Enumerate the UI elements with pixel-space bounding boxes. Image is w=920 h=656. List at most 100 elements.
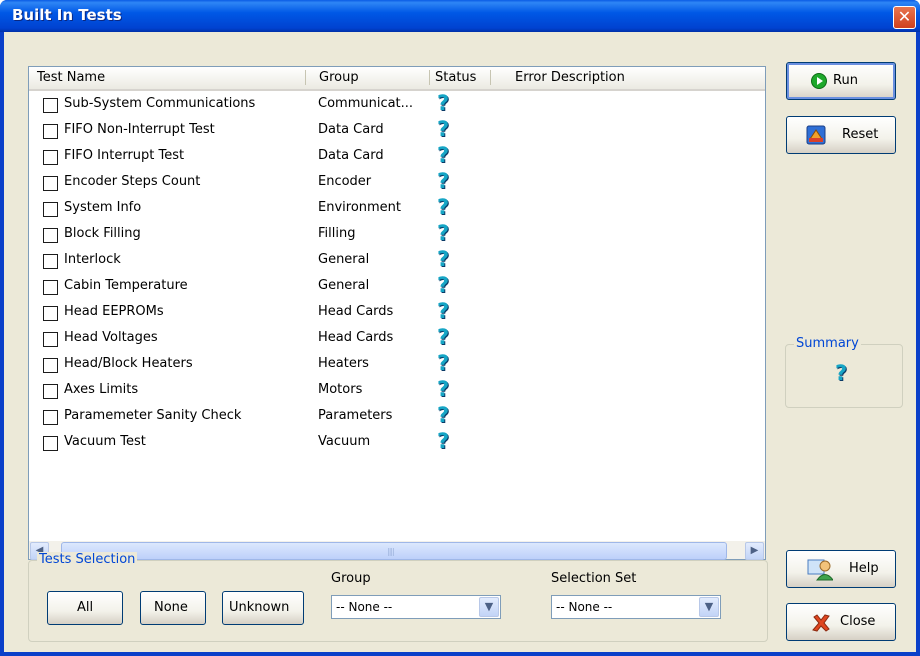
row-checkbox[interactable]	[43, 332, 58, 347]
tests-list[interactable]: Test Name Group Status Error Description…	[28, 66, 766, 560]
row-checkbox[interactable]	[43, 384, 58, 399]
table-row[interactable]: System Info Environment?	[29, 195, 549, 223]
table-row[interactable]: Axes Limits Motors?	[29, 377, 549, 405]
grip-icon: ||||	[387, 547, 395, 556]
help-button-label: Help	[849, 561, 879, 576]
select-unknown-button[interactable]: Unknown	[222, 591, 304, 625]
table-row[interactable]: Head/Block Heaters Heaters?	[29, 351, 549, 379]
row-checkbox[interactable]	[43, 436, 58, 451]
group-select[interactable]: -- None -- ▼	[331, 595, 501, 619]
column-divider[interactable]	[305, 70, 306, 85]
row-group: General	[318, 252, 370, 267]
question-status-icon: ?	[437, 351, 450, 375]
list-header: Test Name Group Status Error Description	[29, 67, 765, 91]
question-status-icon: ?	[437, 247, 450, 271]
column-header-status[interactable]: Status	[435, 70, 476, 85]
red-x-icon	[812, 614, 830, 632]
title-bar[interactable]: Built In Tests ✕	[0, 0, 920, 32]
summary-status-icon: ?	[835, 361, 848, 385]
row-test-name: Axes Limits	[64, 382, 139, 397]
row-checkbox[interactable]	[43, 358, 58, 373]
row-checkbox[interactable]	[43, 176, 58, 191]
help-people-icon	[807, 559, 833, 581]
question-status-icon: ?	[437, 325, 450, 349]
row-group: Filling	[318, 226, 356, 241]
question-status-icon: ?	[437, 117, 450, 141]
reset-button-label: Reset	[842, 127, 879, 142]
run-button[interactable]: Run	[786, 62, 896, 100]
column-header-error-description[interactable]: Error Description	[515, 70, 625, 85]
help-button[interactable]: Help	[786, 550, 896, 588]
question-status-icon: ?	[437, 429, 450, 453]
chevron-down-icon[interactable]: ▼	[699, 597, 719, 617]
row-test-name: Sub-System Communications	[64, 96, 256, 111]
row-checkbox[interactable]	[43, 410, 58, 425]
chevron-down-icon[interactable]: ▼	[479, 597, 499, 617]
select-all-button[interactable]: All	[47, 591, 123, 625]
column-header-test-name[interactable]: Test Name	[37, 70, 105, 85]
row-test-name: System Info	[64, 200, 142, 215]
row-group: Communicat...	[318, 96, 414, 111]
play-circle-icon	[811, 73, 827, 89]
table-row[interactable]: Cabin Temperature General?	[29, 273, 549, 301]
row-group: Head Cards	[318, 330, 394, 345]
tests-selection-label: Tests Selection	[37, 552, 138, 567]
horizontal-scrollbar[interactable]: ◀ |||| ▶	[29, 541, 765, 560]
select-none-button[interactable]: None	[140, 591, 206, 625]
question-status-icon: ?	[437, 403, 450, 427]
row-group: Vacuum	[318, 434, 371, 449]
question-status-icon: ?	[437, 299, 450, 323]
table-row[interactable]: Sub-System Communications Communicat...?	[29, 91, 549, 119]
row-test-name: Head Voltages	[64, 330, 158, 345]
column-divider[interactable]	[429, 70, 430, 85]
table-row[interactable]: Head Voltages Head Cards?	[29, 325, 549, 353]
close-button-label: Close	[840, 614, 876, 629]
row-checkbox[interactable]	[43, 150, 58, 165]
table-row[interactable]: Interlock General?	[29, 247, 549, 275]
row-checkbox[interactable]	[43, 124, 58, 139]
select-all-label: All	[77, 600, 94, 615]
row-group: Motors	[318, 382, 363, 397]
select-none-label: None	[154, 600, 188, 615]
column-header-group[interactable]: Group	[319, 70, 359, 85]
group-select-value: -- None --	[336, 600, 393, 614]
column-divider[interactable]	[490, 70, 491, 85]
summary-label: Summary	[794, 336, 861, 351]
row-test-name: Head/Block Heaters	[64, 356, 193, 371]
row-test-name: Head EEPROMs	[64, 304, 164, 319]
scroll-thumb[interactable]: ||||	[61, 542, 727, 560]
row-group: Encoder	[318, 174, 372, 189]
row-group: Heaters	[318, 356, 369, 371]
chevron-right-icon: ▶	[750, 545, 759, 556]
question-status-icon: ?	[437, 143, 450, 167]
table-row[interactable]: Block Filling Filling?	[29, 221, 549, 249]
table-row[interactable]: FIFO Interrupt Test Data Card?	[29, 143, 549, 171]
selection-set-select[interactable]: -- None -- ▼	[551, 595, 721, 619]
table-row[interactable]: Vacuum Test Vacuum?	[29, 429, 549, 457]
selection-set-select-value: -- None --	[556, 600, 613, 614]
window-close-button[interactable]: ✕	[893, 6, 916, 29]
row-checkbox[interactable]	[43, 254, 58, 269]
reset-button[interactable]: Reset	[786, 116, 896, 154]
question-status-icon: ?	[437, 91, 450, 115]
group-label: Group	[331, 571, 371, 586]
row-checkbox[interactable]	[43, 306, 58, 321]
table-row[interactable]: FIFO Non-Interrupt Test Data Card?	[29, 117, 549, 145]
row-test-name: Cabin Temperature	[64, 278, 188, 293]
row-checkbox[interactable]	[43, 228, 58, 243]
question-status-icon: ?	[437, 273, 450, 297]
table-row[interactable]: Head EEPROMs Head Cards?	[29, 299, 549, 327]
row-checkbox[interactable]	[43, 98, 58, 113]
row-group: Head Cards	[318, 304, 394, 319]
question-status-icon: ?	[437, 195, 450, 219]
dialog-window: Built In Tests ✕ Test Name Group Status …	[0, 0, 920, 656]
row-test-name: Encoder Steps Count	[64, 174, 201, 189]
row-checkbox[interactable]	[43, 202, 58, 217]
table-row[interactable]: Paramemeter Sanity Check Parameters?	[29, 403, 549, 431]
close-button[interactable]: Close	[786, 603, 896, 641]
row-checkbox[interactable]	[43, 280, 58, 295]
window-title: Built In Tests	[12, 6, 122, 24]
summary-group: Summary ?	[785, 336, 903, 408]
scroll-right-button[interactable]: ▶	[745, 542, 764, 560]
table-row[interactable]: Encoder Steps Count Encoder?	[29, 169, 549, 197]
